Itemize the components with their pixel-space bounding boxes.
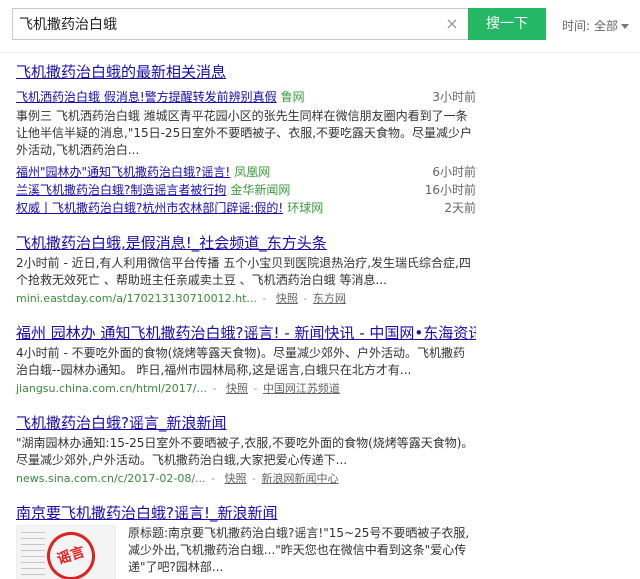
thumbnail-text-lines [21, 532, 45, 576]
news-item-title[interactable]: 福州"园林办"通知飞机撒药治白蛾?谣言! [16, 163, 230, 181]
source-link[interactable]: 中国网江苏频道 [263, 382, 340, 395]
separator: - [303, 292, 308, 305]
result-snippet: "湖南园林办通知:15-25日室外不要晒被子,衣服,不要吃外面的食物(烧烤等露天… [16, 436, 474, 467]
news-item-source: 凤凰网 [234, 165, 271, 179]
news-item: 飞机洒药治白蛾 假消息!警方提醒转发前辨别真假 鲁网 3小时前 [16, 88, 476, 106]
time-filter-select[interactable]: 全部 [594, 17, 630, 34]
result-url: jiangsu.china.com.cn/html/2017/... [16, 382, 207, 395]
news-item-time: 6小时前 [432, 165, 476, 179]
news-item-time: 2天前 [444, 201, 476, 215]
search-result: 南京要飞机撒药治白蛾?谣言!_新浪新闻 谣言 原标题:南京要飞机撒药治白蛾?谣言… [16, 503, 476, 579]
result-title[interactable]: 福州 园林办 通知飞机撒药治白蛾?谣言! - 新闻快讯 - 中国网•东海资讯 [16, 323, 476, 343]
news-item-source: 鲁网 [280, 90, 305, 104]
result-snippet: 原标题:南京要飞机撒药治白蛾?谣言!"15~25号不要晒被子衣服,减少外出,飞机… [128, 526, 470, 574]
search-button[interactable]: 搜一下 [468, 8, 546, 40]
result-title[interactable]: 飞机撒药治白蛾?谣言_新浪新闻 [16, 413, 476, 433]
news-item-time: 16小时前 [424, 183, 476, 197]
rumor-stamp: 谣言 [40, 526, 102, 579]
separator: - [211, 472, 216, 485]
news-item-source: 金华新闻网 [230, 183, 291, 197]
search-result: 飞机撒药治白蛾,是假消息!_社会频道_东方头条 2小时前 - 近日,有人利用微信… [16, 233, 476, 307]
result-url: news.sina.com.cn/c/2017-02-08/... [16, 472, 206, 485]
news-item: 福州"园林办"通知飞机撒药治白蛾?谣言! 凤凰网 6小时前 [16, 163, 476, 181]
separator: - [262, 292, 267, 305]
news-item: 权威丨飞机撒药治白蛾?杭州市农林部门辟谣:假的! 环球网 2天前 [16, 199, 476, 217]
news-item-time: 3小时前 [432, 90, 476, 104]
cache-link[interactable]: 快照 [276, 292, 298, 305]
separator: - [212, 382, 217, 395]
search-result: 福州 园林办 通知飞机撒药治白蛾?谣言! - 新闻快讯 - 中国网•东海资讯 4… [16, 323, 476, 397]
separator: - [252, 472, 257, 485]
result-url-line: mini.eastday.com/a/170213130710012.ht...… [16, 291, 476, 307]
news-item-title[interactable]: 飞机洒药治白蛾 假消息!警方提醒转发前辨别真假 [16, 88, 277, 106]
divider [0, 52, 640, 53]
result-url-line: news.sina.com.cn/c/2017-02-08/... - 快照 -… [16, 471, 476, 487]
result-thumbnail[interactable]: 谣言 [16, 525, 116, 579]
separator: - [253, 382, 258, 395]
source-link[interactable]: 新浪网新闻中心 [262, 472, 339, 485]
result-news-block: 飞机撒药治白蛾的最新相关消息 飞机洒药治白蛾 假消息!警方提醒转发前辨别真假 鲁… [16, 62, 476, 217]
time-filter-label: 时间: [562, 19, 591, 33]
result-url: mini.eastday.com/a/170213130710012.ht... [16, 292, 257, 305]
time-filter-value: 全部 [594, 19, 619, 33]
search-input[interactable] [19, 9, 439, 39]
cache-link[interactable]: 快照 [225, 472, 247, 485]
chevron-down-icon [621, 24, 630, 29]
clear-icon[interactable]: × [443, 15, 461, 33]
cache-link[interactable]: 快照 [226, 382, 248, 395]
source-link[interactable]: 东方网 [313, 292, 346, 305]
news-item: 兰溪飞机撒药治白蛾?制造谣言者被行拘 金华新闻网 16小时前 [16, 181, 476, 199]
result-snippet: 事例三 飞机洒药治白蛾 潍城区青平花园小区的张先生同样在微信朋友圈内看到了一条让… [16, 109, 473, 157]
news-item-title[interactable]: 权威丨飞机撒药治白蛾?杭州市农林部门辟谣:假的! [16, 199, 283, 217]
result-url-line: jiangsu.china.com.cn/html/2017/... - 快照 … [16, 381, 476, 397]
result-title[interactable]: 南京要飞机撒药治白蛾?谣言!_新浪新闻 [16, 503, 476, 523]
search-box: × [12, 8, 470, 40]
search-bar: × 搜一下 时间: 全部 [0, 0, 640, 48]
news-item-title[interactable]: 兰溪飞机撒药治白蛾?制造谣言者被行拘 [16, 181, 226, 199]
results-list: 飞机撒药治白蛾的最新相关消息 飞机洒药治白蛾 假消息!警方提醒转发前辨别真假 鲁… [16, 62, 476, 579]
result-title[interactable]: 飞机撒药治白蛾,是假消息!_社会频道_东方头条 [16, 233, 476, 253]
news-item-source: 环球网 [287, 201, 324, 215]
search-result: 飞机撒药治白蛾?谣言_新浪新闻 "湖南园林办通知:15-25日室外不要晒被子,衣… [16, 413, 476, 487]
result-title[interactable]: 飞机撒药治白蛾的最新相关消息 [16, 62, 476, 82]
result-snippet: 4小时前 - 不要吃外面的食物(烧烤等露天食物)。尽量减少郊外、户外活动。飞机撒… [16, 346, 465, 377]
result-snippet: 2小时前 - 近日,有人利用微信平台传播 五个小宝贝到医院退热治疗,发生瑞氏综合… [16, 256, 471, 287]
